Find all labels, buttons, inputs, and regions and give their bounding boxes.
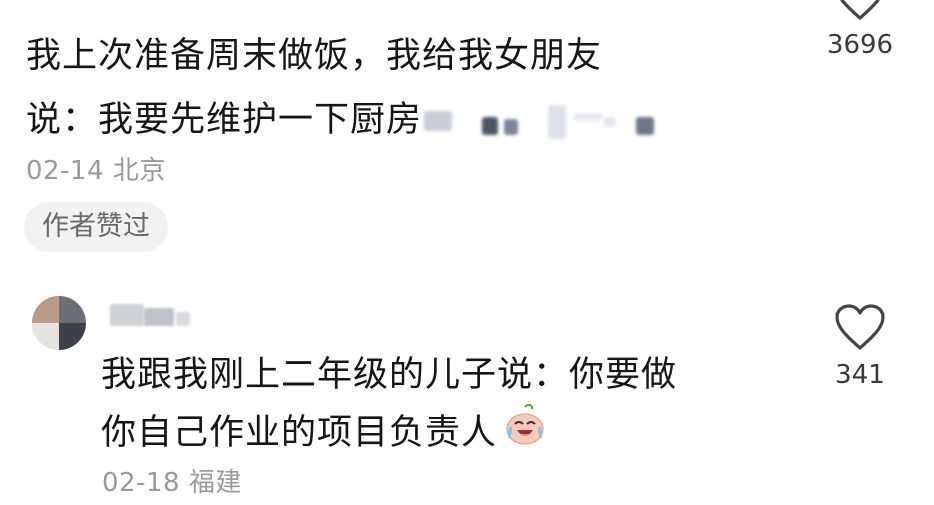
comment-text: 我上次准备周末做饭，我给我女朋友 说：我要先维护一下厨房 bbox=[26, 24, 746, 152]
blurred-username[interactable] bbox=[110, 302, 196, 328]
like-button[interactable]: 3696 bbox=[815, 0, 905, 60]
comment-date: 02-14 bbox=[26, 156, 105, 186]
laughing-crying-face-icon bbox=[503, 403, 547, 464]
comment-text: 我跟我刚上二年级的儿子说：你要做 你自己作业的项目负责人 bbox=[101, 346, 801, 464]
comment-text-line: 我上次准备周末做饭，我给我女朋友 bbox=[26, 36, 603, 76]
comment-meta: 02-14 北京 bbox=[26, 150, 166, 187]
like-count: 341 bbox=[835, 360, 885, 390]
like-count: 3696 bbox=[826, 30, 894, 60]
author-liked-badge: 作者赞过 bbox=[24, 202, 168, 252]
heart-outline-icon[interactable] bbox=[834, 304, 886, 356]
blurred-text-censor bbox=[424, 103, 655, 139]
heart-outline-icon[interactable] bbox=[834, 0, 886, 26]
comment-location: 北京 bbox=[112, 156, 166, 186]
comment-item: 我上次准备周末做饭，我给我女朋友 说：我要先维护一下厨房 02-14 北京 作者… bbox=[0, 0, 934, 270]
comment-text-line: 我跟我刚上二年级的儿子说：你要做 bbox=[101, 355, 678, 395]
like-button[interactable]: 341 bbox=[815, 304, 905, 390]
comment-text-line: 说：我要先维护一下厨房 bbox=[26, 88, 746, 152]
comment-text-line: 你自己作业的项目负责人 bbox=[101, 403, 801, 464]
avatar[interactable] bbox=[32, 296, 86, 350]
comment-location: 福建 bbox=[188, 468, 242, 498]
comment-date: 02-18 bbox=[102, 468, 181, 498]
comment-meta: 02-18 福建 bbox=[102, 462, 242, 499]
